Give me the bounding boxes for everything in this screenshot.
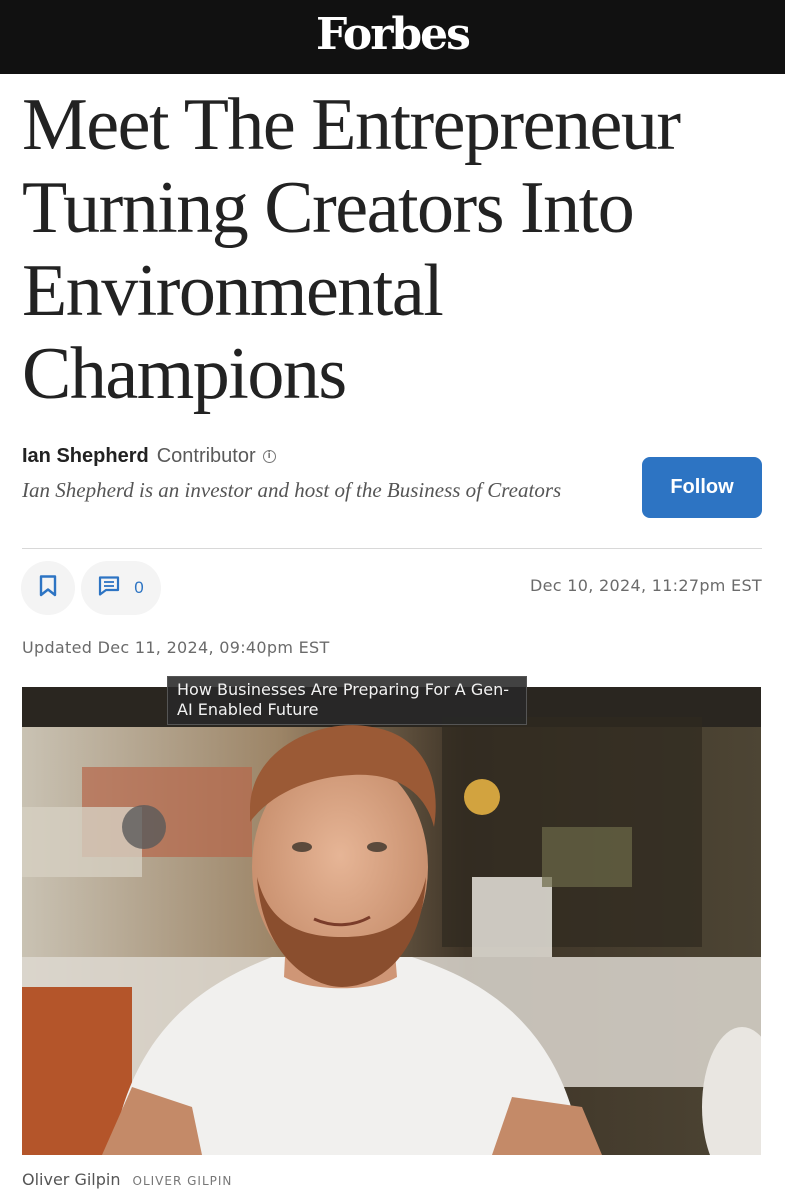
article-title: Meet The Entrepreneur Turning Creators I…	[22, 84, 681, 415]
bookmark-icon	[39, 574, 57, 602]
article-photo	[22, 687, 761, 1155]
divider	[22, 548, 762, 549]
author-role: Contributor	[156, 445, 256, 467]
follow-button[interactable]: Follow	[642, 457, 762, 518]
publish-date: Dec 10, 2024, 11:27pm EST	[530, 576, 762, 595]
comment-icon	[98, 575, 120, 601]
comments-button[interactable]: 0	[81, 561, 161, 615]
forbes-logo[interactable]: Forbes	[316, 13, 471, 57]
photo-credit-source: OLIVER GILPIN	[132, 1174, 233, 1188]
author-name[interactable]: Ian Shepherd	[22, 444, 149, 468]
photo-credit: Oliver Gilpin OLIVER GILPIN	[22, 1170, 232, 1189]
tooltip: How Businesses Are Preparing For A Gen-A…	[167, 676, 527, 725]
updated-date: Updated Dec 11, 2024, 09:40pm EST	[22, 638, 330, 657]
top-bar: Forbes	[0, 0, 785, 74]
bookmark-button[interactable]	[21, 561, 75, 615]
info-icon[interactable]: i	[262, 449, 276, 463]
byline: Ian Shepherd Contributor i	[22, 444, 276, 468]
photo-credit-name: Oliver Gilpin	[22, 1170, 121, 1189]
comment-count: 0	[134, 578, 144, 597]
author-bio: Ian Shepherd is an investor and host of …	[22, 478, 562, 502]
